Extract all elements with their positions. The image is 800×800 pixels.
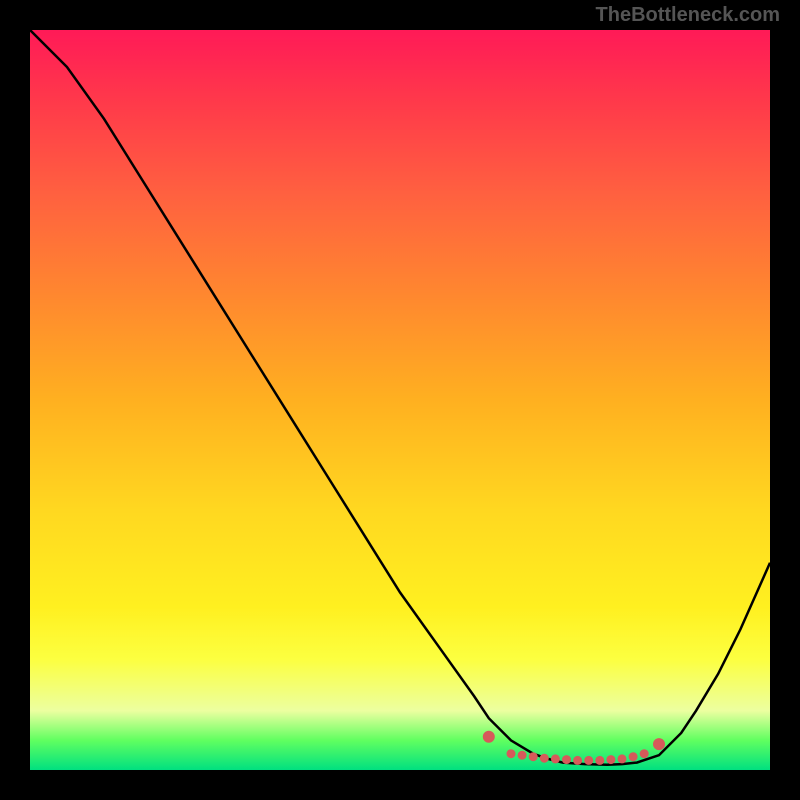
marker-dot [483, 731, 495, 743]
marker-dot [653, 738, 665, 750]
marker-dot [562, 755, 571, 764]
marker-dot [640, 749, 649, 758]
marker-dot [629, 752, 638, 761]
marker-dot [551, 754, 560, 763]
marker-dot [584, 756, 593, 765]
marker-dot [540, 754, 549, 763]
bottleneck-markers-group [483, 731, 665, 765]
marker-dot [606, 755, 615, 764]
marker-dot [573, 756, 582, 765]
watermark-text: TheBottleneck.com [596, 4, 780, 27]
marker-dot [529, 752, 538, 761]
marker-dot [618, 754, 627, 763]
chart-svg [30, 30, 770, 770]
marker-dot [595, 756, 604, 765]
marker-dot [518, 751, 527, 760]
marker-dot [507, 749, 516, 758]
bottleneck-curve-line [30, 30, 770, 765]
